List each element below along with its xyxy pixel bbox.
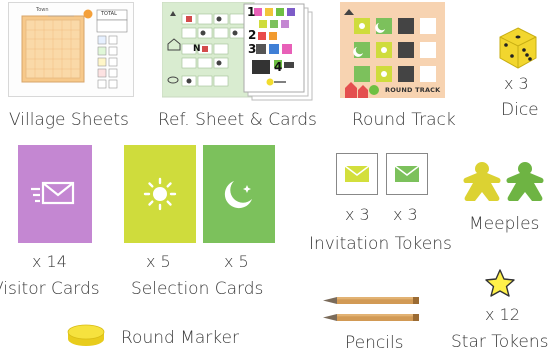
- round-marker-label: Round Marker: [121, 328, 239, 348]
- sun-icon: [143, 177, 177, 211]
- pencils-label: Pencils: [345, 333, 404, 353]
- invitation-tokens-count-green: x 3: [393, 205, 418, 224]
- invitation-tokens-label: Invitation Tokens: [309, 234, 452, 254]
- invitation-token-yellow: [336, 153, 378, 195]
- ref-sheet-cards-label: Ref. Sheet & Cards: [158, 110, 317, 130]
- ref-sheet-n-label: N: [193, 44, 201, 54]
- invitation-token-green: [386, 153, 428, 195]
- sheet-town-label: Town: [36, 7, 49, 13]
- round-marker-icon: [66, 322, 106, 350]
- selection-card-moon-image: [203, 145, 275, 243]
- dice-count: x 3: [504, 74, 529, 93]
- meeple-yellow-icon: [463, 162, 501, 201]
- selection-card-sun-image: [124, 145, 196, 243]
- meeple-icons: [462, 160, 548, 204]
- die-icon: [496, 26, 540, 70]
- round-track-label: Round Track: [352, 110, 456, 130]
- star-tokens-label: Star Tokens: [451, 332, 549, 352]
- pencils-icon: [323, 294, 423, 326]
- round-track-image: ROUND TRACK: [340, 2, 445, 98]
- ref-card-number-4: 4: [274, 60, 283, 74]
- selection-cards-count-sun: x 5: [146, 252, 171, 271]
- round-track-caption: ROUND TRACK: [385, 86, 441, 94]
- reference-sheet-image: 1 2 3 4 N: [162, 2, 318, 102]
- selection-cards-count-moon: x 5: [224, 252, 249, 271]
- meeples-label: Meeples: [469, 214, 540, 234]
- star-token-icon: [484, 268, 516, 298]
- sheet-total-label: TOTAL: [101, 11, 117, 17]
- selection-cards-label: Selection Cards: [131, 279, 264, 299]
- star-tokens-count: x 12: [485, 305, 520, 324]
- village-sheet-image: Town TOTAL: [8, 2, 134, 97]
- village-sheets-label: Village Sheets: [9, 110, 129, 130]
- ref-card-number-1: 1: [247, 5, 256, 19]
- ref-card-number-2: 2: [248, 28, 257, 42]
- visitor-cards-label: Visitor Cards: [0, 279, 100, 299]
- ref-card-number-3: 3: [248, 42, 257, 56]
- dice-label: Dice: [501, 100, 539, 120]
- invitation-tokens-count-yellow: x 3: [345, 205, 370, 224]
- pencil-icon: [323, 297, 419, 304]
- visitor-card-image: [18, 145, 92, 243]
- visitor-cards-count: x 14: [32, 252, 67, 271]
- meeple-green-icon: [506, 162, 544, 201]
